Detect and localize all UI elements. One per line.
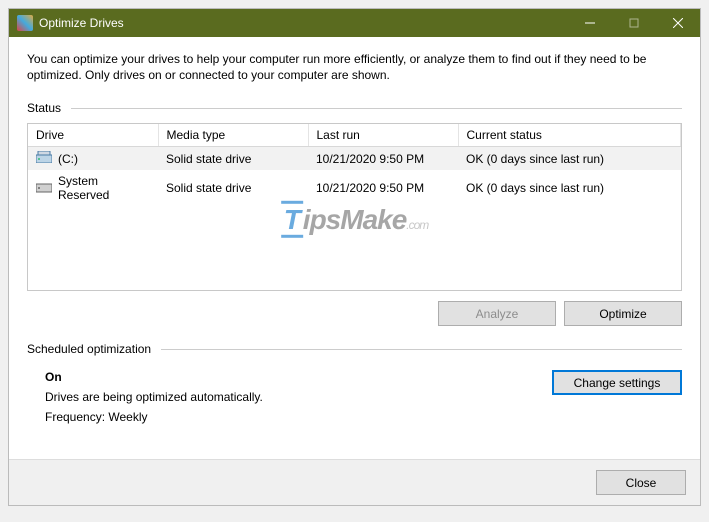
media-type-cell: Solid state drive <box>158 170 308 206</box>
col-drive[interactable]: Drive <box>28 124 158 147</box>
scheduled-frequency: Frequency: Weekly <box>45 410 263 424</box>
drives-table[interactable]: Drive Media type Last run Current status… <box>27 123 682 291</box>
window-title: Optimize Drives <box>39 16 568 30</box>
close-button[interactable]: Close <box>596 470 686 495</box>
scheduled-label: Scheduled optimization <box>27 342 151 356</box>
status-section-header: Status <box>27 101 682 115</box>
optimize-button[interactable]: Optimize <box>564 301 682 326</box>
col-current-status[interactable]: Current status <box>458 124 681 147</box>
divider <box>161 349 682 350</box>
maximize-button[interactable] <box>612 9 656 37</box>
analyze-button: Analyze <box>438 301 556 326</box>
last-run-cell: 10/21/2020 9:50 PM <box>308 170 458 206</box>
watermark: TipsMake.com <box>281 204 429 236</box>
scheduled-state: On <box>45 370 263 384</box>
close-window-button[interactable] <box>656 9 700 37</box>
current-status-cell: OK (0 days since last run) <box>458 170 681 206</box>
window-controls <box>568 9 700 37</box>
col-last-run[interactable]: Last run <box>308 124 458 147</box>
table-row[interactable]: System Reserved Solid state drive10/21/20… <box>28 170 681 206</box>
status-label: Status <box>27 101 61 115</box>
col-media-type[interactable]: Media type <box>158 124 308 147</box>
change-settings-button[interactable]: Change settings <box>552 370 682 395</box>
scheduled-detail: Drives are being optimized automatically… <box>45 390 263 404</box>
drive-icon <box>36 181 52 196</box>
titlebar[interactable]: Optimize Drives <box>9 9 700 37</box>
table-header-row: Drive Media type Last run Current status <box>28 124 681 147</box>
table-row[interactable]: (C:) Solid state drive10/21/2020 9:50 PMO… <box>28 147 681 171</box>
drive-name: System Reserved <box>58 174 150 202</box>
app-icon <box>17 15 33 31</box>
media-type-cell: Solid state drive <box>158 147 308 171</box>
optimize-drives-window: Optimize Drives You can optimize your dr… <box>8 8 701 506</box>
action-buttons: Analyze Optimize <box>27 291 682 342</box>
divider <box>71 108 682 109</box>
current-status-cell: OK (0 days since last run) <box>458 147 681 171</box>
drive-name: (C:) <box>58 152 78 166</box>
scheduled-text: On Drives are being optimized automatica… <box>45 370 263 424</box>
bottom-bar: Close <box>9 459 700 505</box>
scheduled-section-header: Scheduled optimization <box>27 342 682 356</box>
description-text: You can optimize your drives to help you… <box>27 51 682 83</box>
scheduled-block: On Drives are being optimized automatica… <box>27 370 682 424</box>
last-run-cell: 10/21/2020 9:50 PM <box>308 147 458 171</box>
minimize-button[interactable] <box>568 9 612 37</box>
drive-icon <box>36 151 52 166</box>
content-area: You can optimize your drives to help you… <box>9 37 700 459</box>
